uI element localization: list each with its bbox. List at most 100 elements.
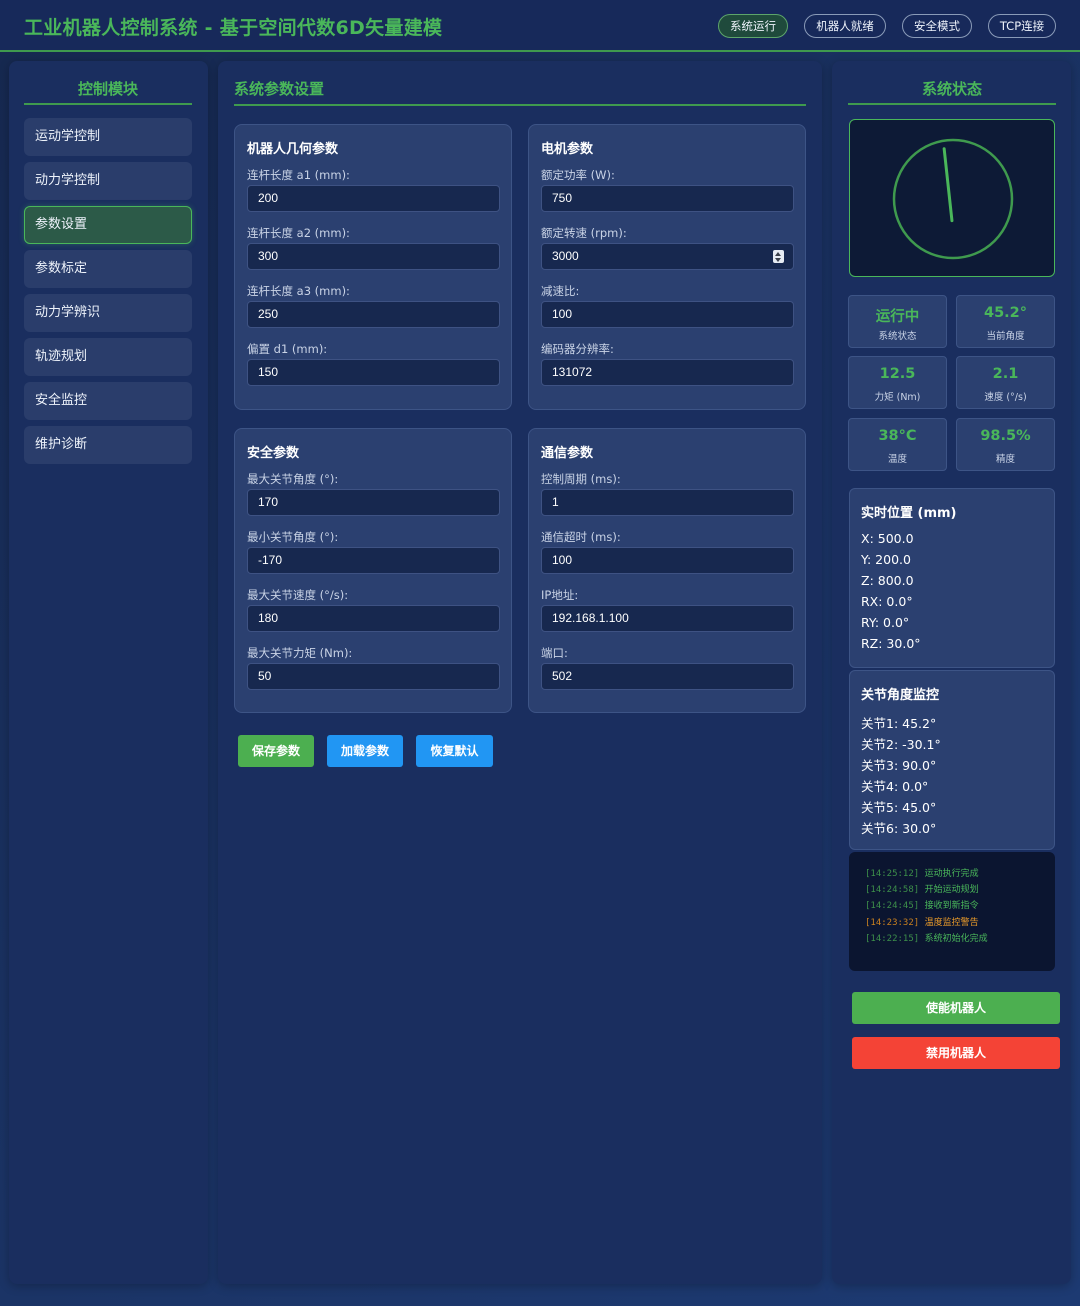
stat-temperature: 38°C 温度: [848, 418, 947, 471]
sidebar-item-dynamics-identification[interactable]: 动力学辨识: [24, 294, 192, 332]
joint-monitor-title: 关节角度监控: [861, 688, 940, 703]
stat-value: 98.5%: [980, 428, 1031, 444]
stat-value: 38°C: [878, 428, 917, 444]
stat-label: 力矩 (Nm): [874, 392, 921, 403]
log-message: 温度监控警告: [924, 918, 979, 928]
input-reduction-ratio[interactable]: 100: [541, 301, 794, 328]
field-label-max-joint-speed: 最大关节速度 (°/s):: [247, 588, 349, 602]
stat-current-angle: 45.2° 当前角度: [956, 295, 1055, 348]
log-entry: [14:25:12] 运动执行完成: [865, 866, 979, 879]
input-link-a3[interactable]: 250: [247, 301, 500, 328]
stat-label: 温度: [887, 454, 907, 465]
input-min-joint-angle[interactable]: -170: [247, 547, 500, 574]
log-time: [14:24:45]: [865, 901, 920, 911]
card-title: 通信参数: [541, 446, 594, 461]
stat-label: 当前角度: [986, 331, 1025, 342]
log-time: [14:23:32]: [865, 918, 920, 928]
position-rx: RX: 0.0°: [861, 594, 913, 609]
field-label-d1: 偏置 d1 (mm):: [247, 342, 328, 356]
sidebar-item-parameter-settings[interactable]: 参数设置: [24, 206, 192, 244]
card-comm-params: 通信参数 控制周期 (ms): 1 通信超时 (ms): 100 IP地址: 1…: [528, 428, 806, 713]
input-offset-d1[interactable]: 150: [247, 359, 500, 386]
disable-robot-button[interactable]: 禁用机器人: [852, 1037, 1060, 1069]
log-time: [14:25:12]: [865, 869, 920, 879]
app-header: 工业机器人控制系统 - 基于空间代数6D矢量建模 系统运行 机器人就绪 安全模式…: [0, 0, 1080, 52]
stat-label: 精度: [995, 454, 1015, 465]
position-x: X: 500.0: [861, 531, 914, 546]
input-rated-speed-value: 3000: [552, 249, 579, 263]
status-pill-system-running[interactable]: 系统运行: [718, 14, 788, 38]
log-time: [14:22:15]: [865, 934, 920, 944]
stat-value: 2.1: [992, 366, 1019, 382]
field-label-rated-speed: 额定转速 (rpm):: [541, 226, 627, 240]
status-pill-robot-ready[interactable]: 机器人就绪: [804, 14, 886, 38]
stat-label: 速度 (°/s): [984, 392, 1027, 403]
log-message: 运动执行完成: [924, 869, 979, 879]
enable-robot-button[interactable]: 使能机器人: [852, 992, 1060, 1024]
restore-defaults-button[interactable]: 恢复默认: [416, 735, 493, 767]
field-label-max-joint-torque: 最大关节力矩 (Nm):: [247, 646, 353, 660]
field-label-ip-address: IP地址:: [541, 588, 579, 602]
joint-3-angle: 关节3: 90.0°: [861, 758, 937, 773]
joint-1-angle: 关节1: 45.2°: [861, 716, 937, 731]
angle-gauge-dial: [892, 138, 1014, 260]
input-link-a2[interactable]: 300: [247, 243, 500, 270]
input-ip-address[interactable]: 192.168.1.100: [541, 605, 794, 632]
field-label-reduction-ratio: 减速比:: [541, 284, 580, 298]
card-motor-params: 电机参数 额定功率 (W): 750 额定转速 (rpm): 3000 减速比:…: [528, 124, 806, 410]
card-title: 电机参数: [541, 142, 594, 157]
sidebar-item-calibration[interactable]: 参数标定: [24, 250, 192, 288]
position-z: Z: 800.0: [861, 573, 914, 588]
card-title: 机器人几何参数: [247, 142, 339, 157]
sidebar-item-trajectory-planning[interactable]: 轨迹规划: [24, 338, 192, 376]
realtime-position-card: 实时位置 (mm) X: 500.0 Y: 200.0 Z: 800.0 RX:…: [849, 488, 1055, 668]
sidebar-item-dynamics[interactable]: 动力学控制: [24, 162, 192, 200]
joint-4-angle: 关节4: 0.0°: [861, 779, 929, 794]
input-control-period[interactable]: 1: [541, 489, 794, 516]
status-pill-safe-mode[interactable]: 安全模式: [902, 14, 972, 38]
log-entry: [14:24:58] 开始运动规划: [865, 882, 979, 895]
status-panel-title: 系统状态: [922, 80, 983, 98]
sidebar-item-safety-monitor[interactable]: 安全监控: [24, 382, 192, 420]
field-label-max-joint-angle: 最大关节角度 (°):: [247, 472, 339, 486]
stat-label: 系统状态: [878, 331, 917, 342]
card-title: 安全参数: [247, 446, 300, 461]
sidebar-divider: [24, 103, 192, 105]
load-params-button[interactable]: 加载参数: [327, 735, 403, 767]
position-ry: RY: 0.0°: [861, 615, 910, 630]
number-spinner-icon[interactable]: [773, 250, 784, 263]
save-params-button[interactable]: 保存参数: [238, 735, 314, 767]
input-comm-timeout[interactable]: 100: [541, 547, 794, 574]
field-label-min-joint-angle: 最小关节角度 (°):: [247, 530, 339, 544]
stat-accuracy: 98.5% 精度: [956, 418, 1055, 471]
realtime-position-title: 实时位置 (mm): [861, 506, 957, 521]
joint-2-angle: 关节2: -30.1°: [861, 737, 941, 752]
status-pill-tcp-connection[interactable]: TCP连接: [988, 14, 1056, 38]
input-rated-speed[interactable]: 3000: [541, 243, 794, 270]
field-label-comm-timeout: 通信超时 (ms):: [541, 530, 621, 544]
input-link-a1[interactable]: 200: [247, 185, 500, 212]
field-label-port: 端口:: [541, 646, 568, 660]
sidebar-item-kinematics[interactable]: 运动学控制: [24, 118, 192, 156]
joint-angle-monitor-card: 关节角度监控 关节1: 45.2° 关节2: -30.1° 关节3: 90.0°…: [849, 670, 1055, 850]
app-title: 工业机器人控制系统 - 基于空间代数6D矢量建模: [24, 17, 443, 39]
log-time: [14:24:58]: [865, 885, 920, 895]
event-log[interactable]: [14:25:12] 运动执行完成 [14:24:58] 开始运动规划 [14:…: [849, 852, 1055, 971]
log-entry-warning: [14:23:32] 温度监控警告: [865, 915, 979, 928]
input-max-joint-torque[interactable]: 50: [247, 663, 500, 690]
stat-value: 12.5: [879, 366, 916, 382]
stat-torque: 12.5 力矩 (Nm): [848, 356, 947, 409]
stat-speed: 2.1 速度 (°/s): [956, 356, 1055, 409]
position-y: Y: 200.0: [861, 552, 911, 567]
input-rated-power[interactable]: 750: [541, 185, 794, 212]
joint-5-angle: 关节5: 45.0°: [861, 800, 937, 815]
input-port[interactable]: 502: [541, 663, 794, 690]
sidebar-title: 控制模块: [78, 80, 139, 98]
sidebar-panel: [9, 61, 208, 1284]
input-max-joint-angle[interactable]: 170: [247, 489, 500, 516]
stat-value: 运行中: [875, 309, 920, 325]
input-encoder-resolution[interactable]: 131072: [541, 359, 794, 386]
stat-system-status: 运行中 系统状态: [848, 295, 947, 348]
sidebar-item-maintenance[interactable]: 维护诊断: [24, 426, 192, 464]
input-max-joint-speed[interactable]: 180: [247, 605, 500, 632]
